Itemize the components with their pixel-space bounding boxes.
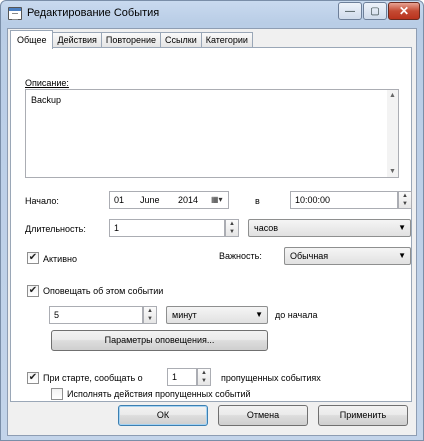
maximize-button[interactable]: ▢: [363, 2, 387, 20]
startup-checkbox[interactable]: ✔: [27, 372, 39, 384]
close-button[interactable]: ✕: [388, 2, 420, 20]
notify-unit-select[interactable]: минут ▼: [166, 306, 268, 324]
run-missed-checkbox[interactable]: [51, 388, 63, 400]
scroll-down-icon[interactable]: ▼: [389, 168, 396, 175]
active-checkbox[interactable]: ✔: [27, 252, 39, 264]
start-month[interactable]: June: [140, 192, 160, 208]
importance-select[interactable]: Обычная ▼: [284, 247, 411, 265]
scroll-up-icon[interactable]: ▲: [389, 92, 396, 99]
notify-amount-spinner[interactable]: ▲ ▼: [143, 306, 157, 324]
notification-settings-button[interactable]: Параметры оповещения...: [51, 330, 268, 351]
run-missed-label: Исполнять действия пропущенных событий: [67, 389, 251, 399]
duration-spinner[interactable]: ▲ ▼: [225, 219, 239, 237]
start-day[interactable]: 01: [114, 195, 124, 205]
spin-down-icon[interactable]: ▼: [201, 378, 207, 384]
general-tab-panel: Описание: Backup ▲ ▼ Начало: 01 June 201…: [10, 47, 412, 402]
start-label: Начало:: [25, 196, 59, 206]
start-year[interactable]: 2014: [178, 192, 198, 208]
event-editor-window: Редактирование События — ▢ ✕ Общее Дейст…: [0, 0, 424, 441]
duration-label: Длительность:: [25, 224, 86, 234]
tab-actions[interactable]: Действия: [52, 32, 102, 48]
title-bar[interactable]: Редактирование События — ▢ ✕: [1, 1, 423, 27]
description-textarea[interactable]: Backup ▲ ▼: [25, 89, 399, 178]
spin-up-icon[interactable]: ▲: [229, 221, 235, 227]
tab-strip: Общее Действия Повторение Ссылки Категор…: [10, 30, 253, 49]
spin-down-icon[interactable]: ▼: [402, 201, 408, 207]
minimize-button[interactable]: —: [338, 2, 362, 20]
description-scrollbar[interactable]: ▲ ▼: [387, 90, 398, 177]
chevron-down-icon: ▼: [398, 223, 406, 232]
duration-field[interactable]: 1: [109, 219, 225, 237]
spin-down-icon[interactable]: ▼: [147, 316, 153, 322]
startup-label-after: пропущенных событиях: [221, 373, 321, 383]
tab-general[interactable]: Общее: [10, 30, 54, 49]
tab-categories[interactable]: Категории: [200, 32, 253, 48]
duration-unit-value: часов: [254, 223, 279, 233]
notify-suffix-label: до начала: [275, 310, 318, 320]
notify-label: Оповещать об этом событии: [43, 286, 164, 296]
tab-links[interactable]: Ссылки: [160, 32, 202, 48]
notify-amount-field[interactable]: 5: [49, 306, 143, 324]
tab-recurrence[interactable]: Повторение: [100, 32, 162, 48]
notify-unit-value: минут: [172, 310, 197, 320]
spin-up-icon[interactable]: ▲: [201, 370, 207, 376]
chevron-down-icon: ▼: [255, 310, 263, 319]
start-date-field[interactable]: 01 June 2014 ▦▾: [109, 191, 229, 209]
app-icon: [8, 7, 22, 20]
window-title: Редактирование События: [27, 7, 160, 19]
start-time-spinner[interactable]: ▲ ▼: [398, 191, 412, 209]
at-label: в: [255, 196, 260, 206]
dialog-client-area: Общее Действия Повторение Ссылки Категор…: [7, 28, 417, 436]
startup-label-before: При старте, сообщать о: [43, 373, 143, 383]
spin-up-icon[interactable]: ▲: [147, 308, 153, 314]
description-text: Backup: [31, 95, 62, 105]
ok-button[interactable]: ОК: [118, 405, 208, 426]
cancel-button[interactable]: Отмена: [218, 405, 308, 426]
startup-count-spinner[interactable]: ▲ ▼: [197, 368, 211, 386]
apply-button[interactable]: Применить: [318, 405, 408, 426]
importance-label: Важность:: [219, 251, 262, 261]
duration-unit-select[interactable]: часов ▼: [248, 219, 411, 237]
startup-count-field[interactable]: 1: [167, 368, 197, 386]
calendar-dropdown-icon[interactable]: ▦▾: [211, 194, 229, 206]
start-time-field[interactable]: 10:00:00: [290, 191, 398, 209]
spin-down-icon[interactable]: ▼: [229, 229, 235, 235]
spin-up-icon[interactable]: ▲: [402, 193, 408, 199]
active-label: Активно: [43, 254, 77, 264]
chevron-down-icon: ▼: [398, 251, 406, 260]
notify-checkbox[interactable]: ✔: [27, 285, 39, 297]
description-label: Описание:: [25, 78, 69, 88]
importance-value: Обычная: [290, 251, 329, 261]
